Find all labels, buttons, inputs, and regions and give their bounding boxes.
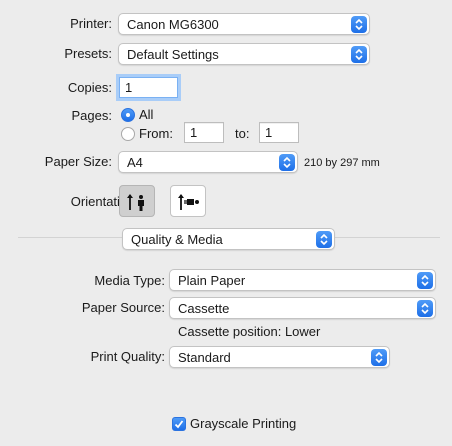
grayscale-label[interactable]: Grayscale Printing: [190, 416, 296, 432]
paper-source-note: Cassette position: Lower: [178, 324, 321, 339]
paper-size-dimensions: 210 by 297 mm: [304, 157, 380, 169]
checkmark-icon: [174, 420, 184, 429]
printer-value: Canon MG6300: [127, 17, 219, 32]
pages-from-radio[interactable]: [121, 127, 135, 141]
presets-label: Presets:: [64, 46, 112, 61]
popup-arrows-icon: [417, 300, 433, 317]
pages-to-field[interactable]: 1: [259, 122, 299, 143]
landscape-icon: [178, 194, 199, 210]
copies-field[interactable]: 1: [119, 77, 178, 98]
copies-value: 1: [125, 80, 133, 95]
pages-from-field[interactable]: 1: [184, 122, 224, 143]
print-quality-popup[interactable]: Standard: [169, 346, 390, 368]
pages-from-label: From:: [139, 126, 173, 141]
paper-source-value: Cassette: [178, 301, 230, 316]
print-quality-label: Print Quality:: [90, 349, 165, 364]
pages-from-value: 1: [190, 125, 198, 140]
section-menu-popup[interactable]: Quality & Media: [122, 228, 335, 250]
popup-arrows-icon: [279, 154, 295, 171]
pages-to-value: 1: [265, 125, 273, 140]
popup-arrows-icon: [371, 349, 387, 366]
pages-all-radio[interactable]: [121, 108, 135, 122]
pages-all-label: All: [139, 107, 154, 122]
orientation-landscape-button[interactable]: [170, 185, 206, 217]
popup-arrows-icon: [316, 231, 332, 248]
copies-label: Copies:: [67, 80, 112, 95]
paper-size-value: A4: [127, 155, 143, 170]
section-menu-value: Quality & Media: [131, 232, 223, 247]
popup-arrows-icon: [351, 46, 367, 63]
pages-to-label: to:: [235, 126, 250, 141]
presets-value: Default Settings: [127, 47, 219, 62]
media-type-label: Media Type:: [94, 273, 165, 288]
paper-size-label: Paper Size:: [44, 154, 112, 169]
printer-label: Printer:: [70, 16, 112, 31]
paper-size-popup[interactable]: A4: [118, 151, 298, 173]
printer-popup[interactable]: Canon MG6300: [118, 13, 370, 35]
orientation-portrait-button[interactable]: [119, 185, 155, 217]
presets-popup[interactable]: Default Settings: [118, 43, 370, 65]
pages-label: Pages:: [71, 108, 112, 123]
grayscale-checkbox[interactable]: [172, 417, 186, 431]
media-type-popup[interactable]: Plain Paper: [169, 269, 436, 291]
media-type-value: Plain Paper: [178, 273, 246, 288]
print-quality-value: Standard: [178, 350, 231, 365]
popup-arrows-icon: [351, 16, 367, 33]
portrait-icon: [127, 194, 144, 211]
paper-source-popup[interactable]: Cassette: [169, 297, 436, 319]
popup-arrows-icon: [417, 272, 433, 289]
paper-source-label: Paper Source:: [81, 300, 165, 315]
